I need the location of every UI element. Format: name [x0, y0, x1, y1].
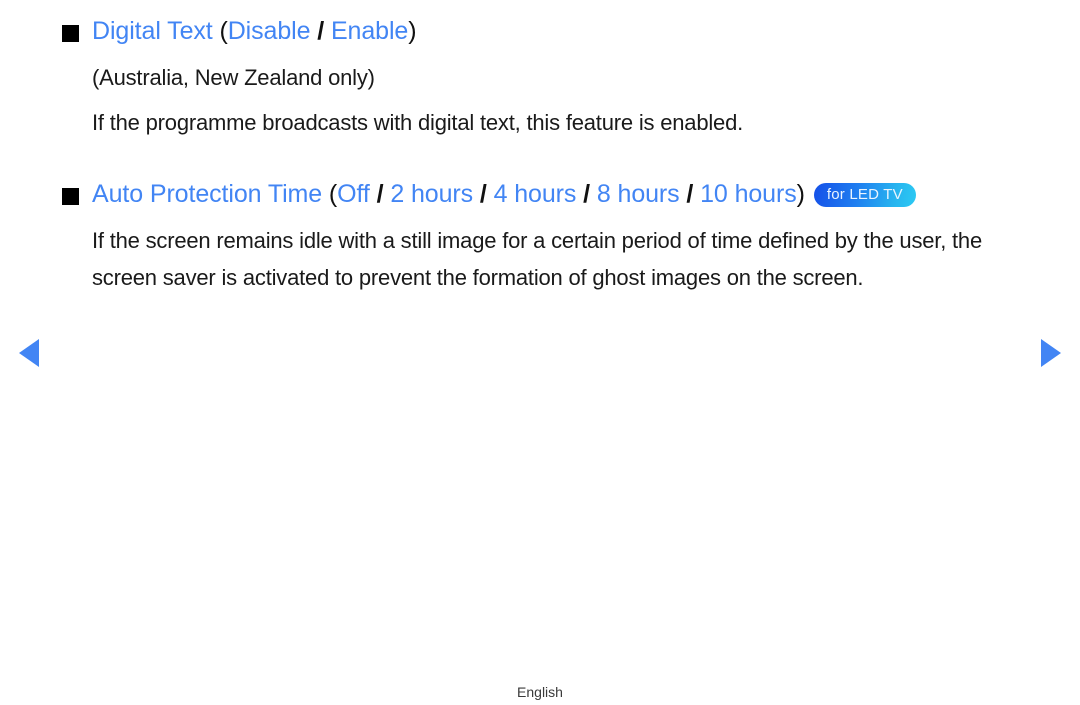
filled-square-bullet-icon: [62, 188, 79, 205]
heading-option-off[interactable]: Off: [337, 180, 370, 208]
manual-page: Digital Text (Disable / Enable) (Austral…: [0, 0, 1080, 705]
heading-open-paren: (: [219, 17, 228, 45]
paragraph-auto-protection-description: If the screen remains idle with a still …: [92, 228, 982, 290]
heading-option-disable[interactable]: Disable: [228, 17, 311, 45]
footer-language-label: English: [517, 684, 563, 700]
for-led-tv-badge: for LED TV: [813, 183, 916, 207]
heading-title: Digital Text: [92, 17, 213, 45]
section-auto-protection-time: Auto Protection Time (Off / 2 hours / 4 …: [0, 177, 1080, 211]
heading-close-paren: ): [408, 17, 417, 45]
heading-separator: /: [479, 180, 487, 208]
heading-close-paren: ): [796, 180, 805, 208]
filled-square-bullet-icon: [62, 25, 79, 42]
heading-separator: /: [583, 180, 590, 208]
heading-option-2-hours[interactable]: 2 hours: [390, 180, 473, 208]
paragraph-region-note: (Australia, New Zealand only): [92, 65, 375, 90]
next-page-arrow-icon[interactable]: [1041, 339, 1061, 367]
heading-title: Auto Protection Time: [92, 180, 323, 208]
previous-page-arrow-icon[interactable]: [19, 339, 39, 367]
heading-option-8-hours[interactable]: 8 hours: [597, 180, 680, 208]
heading-option-4-hours[interactable]: 4 hours: [494, 180, 577, 208]
page-content: Digital Text (Disable / Enable) (Austral…: [0, 0, 1080, 296]
heading-option-10-hours[interactable]: 10 hours: [700, 180, 797, 208]
heading-option-enable[interactable]: Enable: [331, 17, 408, 45]
paragraph-digital-text-description: If the programme broadcasts with digital…: [92, 110, 744, 135]
heading-open-paren: (: [328, 180, 338, 208]
section-digital-text: Digital Text (Disable / Enable): [0, 14, 1080, 48]
section-heading-auto-protection-time: Auto Protection Time (Off / 2 hours / 4 …: [92, 177, 1040, 211]
section-heading-digital-text: Digital Text (Disable / Enable): [92, 14, 1040, 48]
